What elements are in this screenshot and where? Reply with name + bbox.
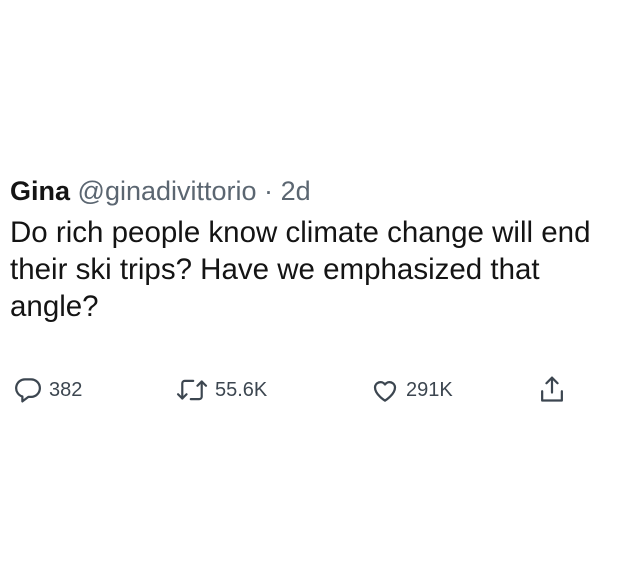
heart-icon [370, 375, 400, 405]
timestamp[interactable]: 2d [281, 176, 311, 206]
tweet-text: Do rich people know climate change will … [10, 216, 591, 323]
reply-icon [13, 375, 43, 405]
separator-dot: · [264, 176, 274, 206]
author-name[interactable]: Gina [10, 176, 70, 206]
share-icon [537, 374, 567, 406]
retweet-button[interactable]: 55.6K [175, 370, 267, 410]
tweet-header: Gina @ginadivittorio · 2d [10, 174, 634, 208]
author-handle[interactable]: @ginadivittorio [78, 176, 257, 206]
reply-button[interactable]: 382 [13, 370, 82, 410]
share-button[interactable] [537, 370, 567, 410]
tweet: Gina @ginadivittorio · 2d Do rich people… [10, 174, 634, 325]
like-button[interactable]: 291K [370, 370, 453, 410]
reply-count: 382 [49, 379, 83, 401]
tweet-actions: 382 55.6K 291K [13, 370, 593, 410]
retweet-count: 55.6K [215, 379, 268, 401]
like-count: 291K [406, 379, 453, 401]
retweet-icon [175, 375, 209, 405]
